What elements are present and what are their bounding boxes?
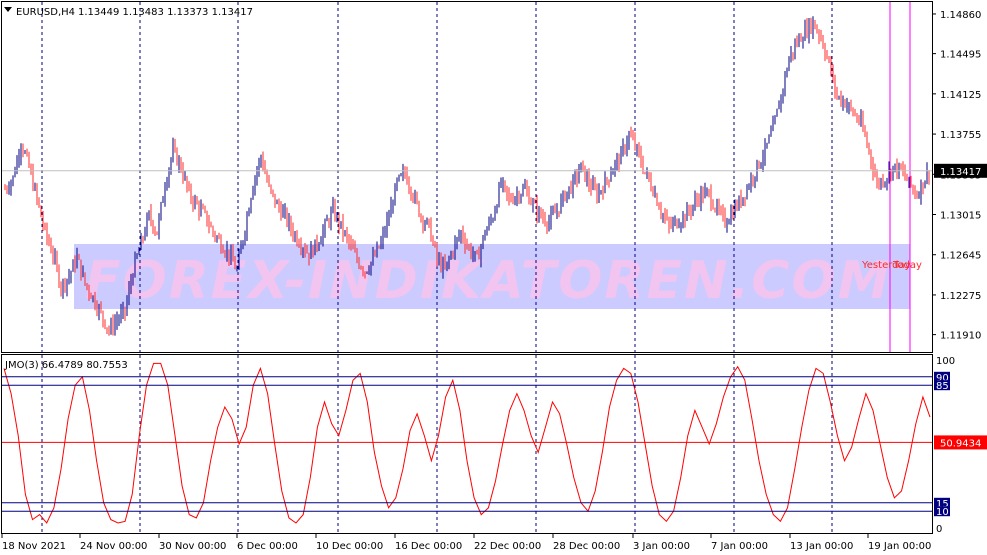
time-tick-label: 13 Jan 00:00 (790, 541, 853, 552)
symbol-label: EURUSD,H4 (16, 7, 75, 18)
price-tick-label: 1.12275 (940, 291, 981, 302)
symbol-dropdown-icon[interactable] (4, 7, 12, 12)
time-tick-label: 6 Dec 00:00 (237, 541, 298, 552)
time-axis[interactable]: 18 Nov 2021 24 Nov 00:00 30 Nov 00:00 6 Dec… (1, 534, 931, 552)
price-tick-label: 1.13755 (940, 130, 981, 141)
time-tick-label: 28 Dec 00:00 (553, 541, 620, 552)
oscillator-levels (2, 376, 932, 512)
price-tick-label: 1.14125 (940, 90, 981, 101)
time-tick-label: 7 Jan 00:00 (711, 541, 768, 552)
today-marker-label: Today (892, 260, 922, 271)
osc-current-label: 50.9434 (940, 438, 981, 449)
osc-level-label: 100 (936, 356, 955, 367)
oscillator-axis[interactable]: 10090851510050.9434 (934, 356, 987, 535)
time-tick-label: 16 Dec 00:00 (395, 541, 462, 552)
time-tick-label: 30 Nov 00:00 (159, 541, 226, 552)
time-tick-label: 22 Dec 00:00 (474, 541, 541, 552)
indicator-label: JMO(3) 66.4789 80.7553 (4, 360, 128, 371)
time-tick-label: 18 Nov 2021 (2, 541, 66, 552)
osc-level-label: 10 (936, 507, 949, 518)
price-tick-label: 1.13015 (940, 211, 981, 222)
oscillator-pane (3, 362, 931, 524)
osc-level-label: 85 (936, 381, 949, 392)
watermark-text: FOREX-INDIKATOREN.COM (85, 251, 891, 311)
time-tick-label: 19 Jan 00:00 (868, 541, 931, 552)
price-tick-label: 1.14860 (940, 10, 981, 21)
price-tick-label: 1.11910 (940, 331, 981, 342)
oscillator-pane-frame (1, 354, 933, 534)
osc-level-label: 0 (936, 524, 942, 535)
price-tick-label: 1.12645 (940, 251, 981, 262)
ohlc-values: 1.13449 1.13483 1.13373 1.13417 (78, 7, 253, 18)
price-tick-label: 1.14495 (940, 50, 981, 61)
chart-canvas[interactable]: FOREX-INDIKATOREN.COM 1.14860 1.14495 1.14… (0, 0, 987, 555)
time-tick-label: 10 Dec 00:00 (316, 541, 383, 552)
oscillator-line (3, 362, 931, 524)
time-tick-label: 3 Jan 00:00 (633, 541, 690, 552)
time-tick-label: 24 Nov 00:00 (80, 541, 147, 552)
current-price-label: 1.13417 (940, 167, 981, 178)
